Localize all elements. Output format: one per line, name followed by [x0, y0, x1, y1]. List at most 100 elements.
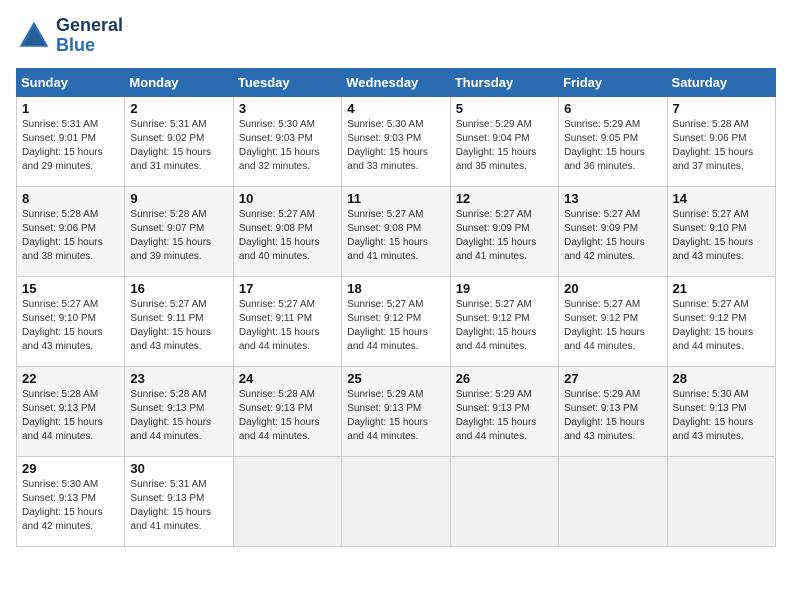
day-number: 23 [130, 371, 227, 386]
header-saturday: Saturday [667, 68, 775, 96]
logo-icon [16, 18, 52, 54]
day-cell: 30Sunrise: 5:31 AMSunset: 9:13 PMDayligh… [125, 456, 233, 546]
day-info: Sunrise: 5:30 AMSunset: 9:03 PMDaylight:… [347, 119, 428, 172]
day-info: Sunrise: 5:27 AMSunset: 9:09 PMDaylight:… [456, 209, 537, 262]
day-cell: 19Sunrise: 5:27 AMSunset: 9:12 PMDayligh… [450, 276, 558, 366]
day-number: 12 [456, 191, 553, 206]
day-number: 22 [22, 371, 119, 386]
day-info: Sunrise: 5:28 AMSunset: 9:13 PMDaylight:… [239, 389, 320, 442]
day-number: 6 [564, 101, 661, 116]
day-number: 4 [347, 101, 444, 116]
day-cell: 6 Sunrise: 5:29 AMSunset: 9:05 PMDaylight… [559, 96, 667, 186]
day-cell: 1 Sunrise: 5:31 AMSunset: 9:01 PMDaylight… [17, 96, 125, 186]
day-cell: 28 Sunrise: 5:30 AMSunset: 9:13 PMDayligh… [667, 366, 775, 456]
day-cell: 3 Sunrise: 5:30 AMSunset: 9:03 PMDaylight… [233, 96, 341, 186]
day-cell: 14 Sunrise: 5:27 AMSunset: 9:10 PMDayligh… [667, 186, 775, 276]
empty-cell [342, 456, 450, 546]
day-number: 15 [22, 281, 119, 296]
header: General Blue [16, 16, 776, 56]
day-cell: 13 Sunrise: 5:27 AMSunset: 9:09 PMDayligh… [559, 186, 667, 276]
day-number: 20 [564, 281, 661, 296]
day-number: 8 [22, 191, 119, 206]
day-number: 7 [673, 101, 770, 116]
day-number: 25 [347, 371, 444, 386]
day-info: Sunrise: 5:29 AMSunset: 9:04 PMDaylight:… [456, 119, 537, 172]
day-info: Sunrise: 5:27 AMSunset: 9:10 PMDaylight:… [22, 299, 103, 352]
calendar-table: SundayMondayTuesdayWednesdayThursdayFrid… [16, 68, 776, 547]
day-cell: 9 Sunrise: 5:28 AMSunset: 9:07 PMDaylight… [125, 186, 233, 276]
day-info: Sunrise: 5:27 AMSunset: 9:12 PMDaylight:… [347, 299, 428, 352]
calendar-week-row: 22 Sunrise: 5:28 AMSunset: 9:13 PMDayligh… [17, 366, 776, 456]
day-info: Sunrise: 5:27 AMSunset: 9:09 PMDaylight:… [564, 209, 645, 262]
day-info: Sunrise: 5:27 AMSunset: 9:12 PMDaylight:… [564, 299, 645, 352]
day-number: 3 [239, 101, 336, 116]
day-cell: 16Sunrise: 5:27 AMSunset: 9:11 PMDayligh… [125, 276, 233, 366]
calendar-week-row: 1 Sunrise: 5:31 AMSunset: 9:01 PMDaylight… [17, 96, 776, 186]
day-info: Sunrise: 5:28 AMSunset: 9:06 PMDaylight:… [673, 119, 754, 172]
day-info: Sunrise: 5:28 AMSunset: 9:13 PMDaylight:… [22, 389, 103, 442]
day-cell: 11 Sunrise: 5:27 AMSunset: 9:08 PMDayligh… [342, 186, 450, 276]
day-cell: 4 Sunrise: 5:30 AMSunset: 9:03 PMDaylight… [342, 96, 450, 186]
day-info: Sunrise: 5:27 AMSunset: 9:10 PMDaylight:… [673, 209, 754, 262]
day-number: 1 [22, 101, 119, 116]
day-info: Sunrise: 5:29 AMSunset: 9:13 PMDaylight:… [564, 389, 645, 442]
day-cell: 23Sunrise: 5:28 AMSunset: 9:13 PMDayligh… [125, 366, 233, 456]
day-cell: 12 Sunrise: 5:27 AMSunset: 9:09 PMDayligh… [450, 186, 558, 276]
empty-cell [559, 456, 667, 546]
day-cell: 17 Sunrise: 5:27 AMSunset: 9:11 PMDayligh… [233, 276, 341, 366]
day-info: Sunrise: 5:29 AMSunset: 9:05 PMDaylight:… [564, 119, 645, 172]
header-thursday: Thursday [450, 68, 558, 96]
day-number: 10 [239, 191, 336, 206]
day-cell: 7 Sunrise: 5:28 AMSunset: 9:06 PMDaylight… [667, 96, 775, 186]
calendar-week-row: 8 Sunrise: 5:28 AMSunset: 9:06 PMDaylight… [17, 186, 776, 276]
day-cell: 18 Sunrise: 5:27 AMSunset: 9:12 PMDayligh… [342, 276, 450, 366]
day-info: Sunrise: 5:29 AMSunset: 9:13 PMDaylight:… [347, 389, 428, 442]
day-info: Sunrise: 5:27 AMSunset: 9:11 PMDaylight:… [130, 299, 211, 352]
day-cell: 10Sunrise: 5:27 AMSunset: 9:08 PMDayligh… [233, 186, 341, 276]
day-number: 30 [130, 461, 227, 476]
header-sunday: Sunday [17, 68, 125, 96]
day-info: Sunrise: 5:30 AMSunset: 9:13 PMDaylight:… [673, 389, 754, 442]
day-info: Sunrise: 5:27 AMSunset: 9:08 PMDaylight:… [347, 209, 428, 262]
day-info: Sunrise: 5:27 AMSunset: 9:11 PMDaylight:… [239, 299, 320, 352]
day-number: 21 [673, 281, 770, 296]
day-cell: 5 Sunrise: 5:29 AMSunset: 9:04 PMDaylight… [450, 96, 558, 186]
day-info: Sunrise: 5:30 AMSunset: 9:13 PMDaylight:… [22, 479, 103, 532]
day-number: 9 [130, 191, 227, 206]
day-cell: 2Sunrise: 5:31 AMSunset: 9:02 PMDaylight… [125, 96, 233, 186]
day-info: Sunrise: 5:31 AMSunset: 9:01 PMDaylight:… [22, 119, 103, 172]
day-info: Sunrise: 5:27 AMSunset: 9:12 PMDaylight:… [673, 299, 754, 352]
day-info: Sunrise: 5:28 AMSunset: 9:07 PMDaylight:… [130, 209, 211, 262]
day-number: 18 [347, 281, 444, 296]
day-number: 17 [239, 281, 336, 296]
empty-cell [667, 456, 775, 546]
calendar-week-row: 29 Sunrise: 5:30 AMSunset: 9:13 PMDayligh… [17, 456, 776, 546]
day-cell: 20 Sunrise: 5:27 AMSunset: 9:12 PMDayligh… [559, 276, 667, 366]
day-cell: 26Sunrise: 5:29 AMSunset: 9:13 PMDayligh… [450, 366, 558, 456]
day-number: 19 [456, 281, 553, 296]
day-number: 29 [22, 461, 119, 476]
day-cell: 15 Sunrise: 5:27 AMSunset: 9:10 PMDayligh… [17, 276, 125, 366]
calendar-week-row: 15 Sunrise: 5:27 AMSunset: 9:10 PMDayligh… [17, 276, 776, 366]
day-number: 28 [673, 371, 770, 386]
empty-cell [233, 456, 341, 546]
day-info: Sunrise: 5:28 AMSunset: 9:06 PMDaylight:… [22, 209, 103, 262]
day-number: 27 [564, 371, 661, 386]
day-cell: 29 Sunrise: 5:30 AMSunset: 9:13 PMDayligh… [17, 456, 125, 546]
day-info: Sunrise: 5:31 AMSunset: 9:02 PMDaylight:… [130, 119, 211, 172]
day-cell: 21 Sunrise: 5:27 AMSunset: 9:12 PMDayligh… [667, 276, 775, 366]
day-info: Sunrise: 5:29 AMSunset: 9:13 PMDaylight:… [456, 389, 537, 442]
day-number: 24 [239, 371, 336, 386]
day-cell: 22 Sunrise: 5:28 AMSunset: 9:13 PMDayligh… [17, 366, 125, 456]
day-info: Sunrise: 5:30 AMSunset: 9:03 PMDaylight:… [239, 119, 320, 172]
day-cell: 8 Sunrise: 5:28 AMSunset: 9:06 PMDaylight… [17, 186, 125, 276]
header-friday: Friday [559, 68, 667, 96]
header-tuesday: Tuesday [233, 68, 341, 96]
day-number: 14 [673, 191, 770, 206]
day-number: 13 [564, 191, 661, 206]
day-number: 5 [456, 101, 553, 116]
logo-text: General Blue [56, 16, 123, 56]
day-number: 11 [347, 191, 444, 206]
header-monday: Monday [125, 68, 233, 96]
calendar-header-row: SundayMondayTuesdayWednesdayThursdayFrid… [17, 68, 776, 96]
